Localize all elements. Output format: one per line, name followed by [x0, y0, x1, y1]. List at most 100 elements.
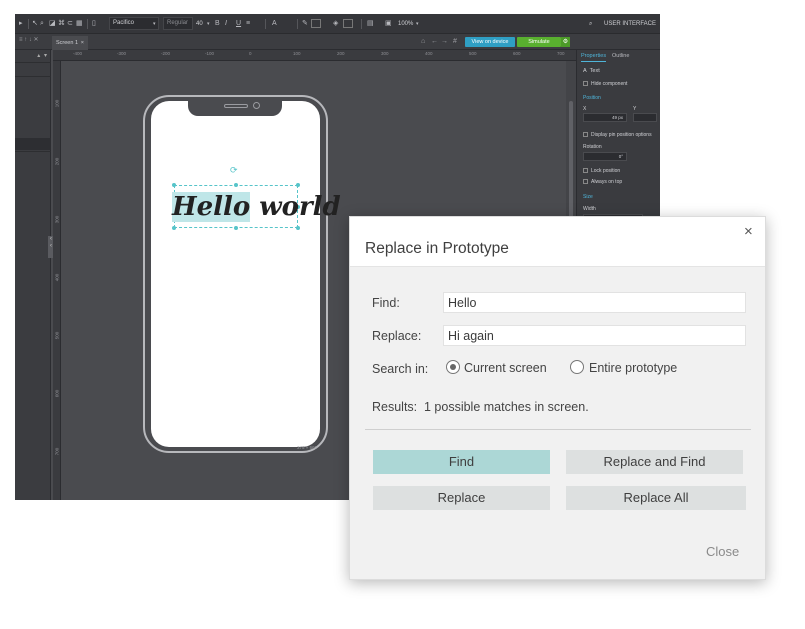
ruler-tick-label: 500: [469, 51, 477, 56]
align-icon[interactable]: ≡: [246, 17, 250, 31]
resize-handle[interactable]: [172, 226, 176, 230]
results-value: 1 possible matches in screen.: [424, 400, 589, 414]
y-input[interactable]: [633, 113, 657, 122]
ruler-tick-label: 400: [425, 51, 433, 56]
gear-icon[interactable]: ⚙: [561, 37, 570, 47]
ruler-tick-label: 600: [54, 389, 60, 398]
radio-current-screen[interactable]: [446, 360, 460, 374]
rotate-icon[interactable]: ⟳: [230, 166, 238, 175]
ruler-tick-label: 100: [54, 99, 60, 108]
ruler-tick-label: 300: [381, 51, 389, 56]
font-family-select[interactable]: Pacifico: [109, 17, 159, 30]
panel-divider: [15, 76, 51, 77]
chevron-down-icon: ▾: [207, 21, 210, 27]
mode-label[interactable]: USER INTERFACE: [604, 21, 656, 27]
bold-icon[interactable]: B: [215, 17, 220, 31]
font-weight-select[interactable]: Regular: [163, 17, 193, 30]
resize-handle[interactable]: [172, 183, 176, 187]
home-icon[interactable]: ⌂: [421, 37, 425, 47]
lock-position-label: Lock position: [591, 168, 621, 174]
left-panel-controls[interactable]: ≡ ↑ ↓ ✕: [19, 36, 39, 43]
current-screen-label[interactable]: Current screen: [464, 361, 547, 375]
replace-button[interactable]: Replace: [373, 486, 550, 510]
ruler-tick-label: 0: [249, 51, 252, 56]
ruler-tick-label: 600: [513, 51, 521, 56]
find-button[interactable]: Find: [373, 450, 550, 474]
always-on-top-label: Always on top: [591, 179, 623, 185]
y-label: Y: [633, 106, 637, 112]
component-icon[interactable]: ▦: [76, 17, 83, 31]
ruler-tick-label: -100: [205, 51, 215, 56]
chevron-down-icon: ▾: [153, 21, 156, 27]
dialog-title: Replace in Prototype: [365, 240, 509, 257]
arrange-icon[interactable]: ▤: [367, 17, 374, 31]
hide-component-label: Hide component: [591, 81, 628, 87]
phone-screen[interactable]: [151, 101, 320, 447]
grid-icon[interactable]: #: [453, 37, 457, 47]
resize-handle[interactable]: [296, 183, 300, 187]
entire-prototype-label[interactable]: Entire prototype: [589, 361, 677, 375]
resize-handle[interactable]: [234, 183, 238, 187]
text-color-button[interactable]: A: [272, 17, 277, 31]
ruler-tick-label: 200: [54, 157, 60, 166]
toolbar-divider: [28, 19, 29, 29]
ruler-top: -400 -300 -200 -100 0 100 200 300 400 500 600 700: [53, 50, 576, 61]
link-icon[interactable]: ⊂: [67, 17, 73, 31]
display-pin-checkbox[interactable]: [583, 132, 588, 137]
hello-world-text[interactable]: Hello world: [172, 188, 341, 226]
undo-icon[interactable]: ←: [431, 37, 438, 47]
left-panel-header[interactable]: ▴ ▾: [15, 50, 51, 62]
toolbar-divider: [361, 19, 362, 29]
close-icon[interactable]: ×: [744, 223, 753, 240]
redo-icon[interactable]: →: [441, 37, 448, 47]
ruler-tick-label: -400: [73, 51, 83, 56]
paint-icon[interactable]: ⌘: [58, 17, 65, 31]
ruler-tick-label: -300: [117, 51, 127, 56]
zoom-level[interactable]: 100%: [398, 17, 413, 31]
replace-and-find-button[interactable]: Replace and Find: [566, 450, 743, 474]
tab-screen-1[interactable]: Screen 1 ×: [52, 36, 88, 50]
underline-button[interactable]: U: [236, 17, 241, 31]
ruler-tick-label: 100: [293, 51, 301, 56]
eraser-icon[interactable]: ◪: [49, 17, 56, 31]
border-color-swatch[interactable]: [311, 19, 321, 28]
group-icon[interactable]: ▣: [385, 17, 392, 31]
replace-dialog: Replace in Prototype × Find: Replace: Se…: [349, 216, 766, 580]
font-size-value[interactable]: 40: [196, 17, 203, 31]
toolbar-divider: [265, 19, 266, 29]
tab-properties[interactable]: Properties: [581, 53, 607, 62]
screen-size-label: 375 × 667: [297, 445, 318, 450]
tab-outline[interactable]: Outline: [612, 53, 629, 59]
radio-entire-prototype[interactable]: [570, 360, 584, 374]
display-pin-label: Display pin position options: [591, 132, 652, 138]
close-link[interactable]: Close: [706, 544, 739, 559]
device-icon[interactable]: ▯: [92, 17, 96, 31]
back-icon[interactable]: ▸: [19, 17, 23, 31]
simulate-button[interactable]: Simulate: [517, 37, 561, 47]
always-on-top-checkbox[interactable]: [583, 179, 588, 184]
phone-camera: [253, 102, 260, 109]
resize-handle[interactable]: [234, 226, 238, 230]
x-input[interactable]: 49 px: [583, 113, 627, 122]
resize-handle[interactable]: [296, 226, 300, 230]
replace-input[interactable]: [443, 325, 746, 346]
selected-screen-item[interactable]: [15, 138, 51, 150]
pen-icon[interactable]: ✎: [302, 17, 308, 31]
ruler-tick-label: 500: [54, 331, 60, 340]
width-label: Width: [583, 206, 596, 212]
view-on-device-button[interactable]: View on device: [465, 37, 515, 47]
results-label: Results:: [372, 400, 418, 414]
italic-icon[interactable]: I: [225, 17, 227, 31]
rotation-input[interactable]: 0°: [583, 152, 627, 161]
pointer-icon[interactable]: ↖: [32, 17, 38, 31]
zoom-icon[interactable]: ⌕: [40, 17, 44, 31]
close-icon[interactable]: ×: [81, 36, 84, 50]
replace-all-button[interactable]: Replace All: [566, 486, 746, 510]
lock-position-checkbox[interactable]: [583, 168, 588, 173]
fill-icon[interactable]: ◈: [333, 17, 338, 31]
panel-divider: [15, 151, 51, 152]
hide-component-checkbox[interactable]: [583, 81, 588, 86]
fill-color-swatch[interactable]: [343, 19, 353, 28]
search-icon[interactable]: ⌕: [589, 21, 592, 27]
find-input[interactable]: [443, 292, 746, 313]
